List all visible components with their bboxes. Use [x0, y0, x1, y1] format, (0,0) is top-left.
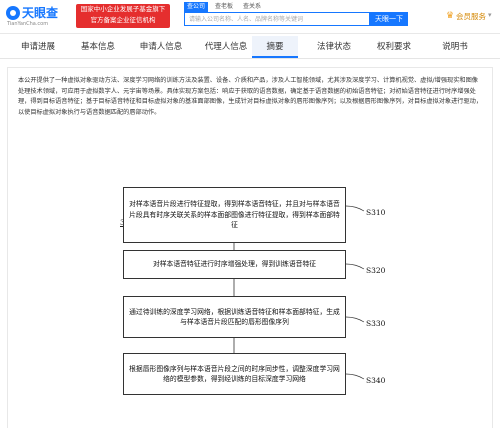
abstract-text: 本公开提供了一种虚拟对象驱动方法、深度学习网络的训练方法及装置、设备、介质和产品… — [18, 77, 483, 116]
flow-step-box: 通过待训练的深度学习网络，根据训练语音特征和样本面部特征，生成与样本语音片段匹配… — [123, 296, 346, 338]
step-id: S330 — [366, 319, 386, 328]
leader-s340 — [345, 373, 365, 380]
promo-line-1: 国家中小企业发展子基金旗下 — [80, 5, 166, 13]
promo-line-2: 官方备案企业征信机构 — [90, 16, 156, 24]
crown-icon: ♛ — [446, 11, 455, 21]
search-box — [184, 12, 370, 26]
search-tab-company[interactable]: 查公司 — [184, 2, 209, 12]
logo-text: 天眼查 — [22, 6, 59, 20]
chevron-down-icon: ▾ — [488, 11, 492, 19]
tab-application-progress[interactable]: 申请进展 — [12, 36, 64, 58]
member-service[interactable]: ♛ 会员服务 ▾ — [446, 8, 498, 24]
tianyancha-logo[interactable]: 天眼查 TianYanCha.com — [6, 4, 70, 30]
patent-tabs: 申请进展 基本信息 申请人信息 代理人信息 摘要 法律状态 权利要求 说明书 — [0, 36, 500, 59]
top-header: 天眼查 TianYanCha.com 国家中小企业发展子基金旗下 官方备案企业征… — [0, 0, 500, 34]
tab-abstract[interactable]: 摘要 — [252, 36, 298, 58]
promo-banner[interactable]: 国家中小企业发展子基金旗下 官方备案企业征信机构 — [76, 4, 170, 28]
step-id: S310 — [366, 208, 386, 217]
logo-subtext: TianYanCha.com — [7, 21, 49, 27]
member-service-label: 会员服务 — [456, 12, 486, 21]
step-id: S340 — [366, 376, 386, 385]
search-button[interactable]: 天眼一下 — [370, 12, 408, 26]
flow-step-box: 对样本语音特征进行时序增强处理，得到训练语音特征 — [123, 250, 346, 279]
step-id: S320 — [366, 266, 386, 275]
leader-s320 — [345, 263, 365, 270]
leader-s310 — [345, 205, 365, 212]
logo-eye-icon — [6, 6, 20, 20]
leader-s330 — [345, 316, 365, 323]
flow-step-box: 根据唇形图像序列与样本语音片段之间的时序同步性，调整深度学习网络的模型参数，得到… — [123, 353, 346, 395]
tab-claims[interactable]: 权利要求 — [368, 36, 420, 58]
flow-step-box: 对样本语音片段进行特征提取，得到样本语音特征，并且对与样本语音片段具有时序关联关… — [123, 187, 346, 243]
tab-basic-info[interactable]: 基本信息 — [72, 36, 124, 58]
search-tab-boss[interactable]: 查老板 — [212, 2, 236, 12]
tab-agent-info[interactable]: 代理人信息 — [195, 36, 257, 58]
abstract-panel: 本公开提供了一种虚拟对象驱动方法、深度学习网络的训练方法及装置、设备、介质和产品… — [7, 67, 493, 428]
tab-applicant-info[interactable]: 申请人信息 — [130, 36, 192, 58]
search-tab-relation[interactable]: 查关系 — [240, 2, 264, 12]
search-input[interactable] — [189, 13, 365, 25]
tab-legal-status[interactable]: 法律状态 — [308, 36, 360, 58]
tab-description[interactable]: 说明书 — [432, 36, 478, 58]
